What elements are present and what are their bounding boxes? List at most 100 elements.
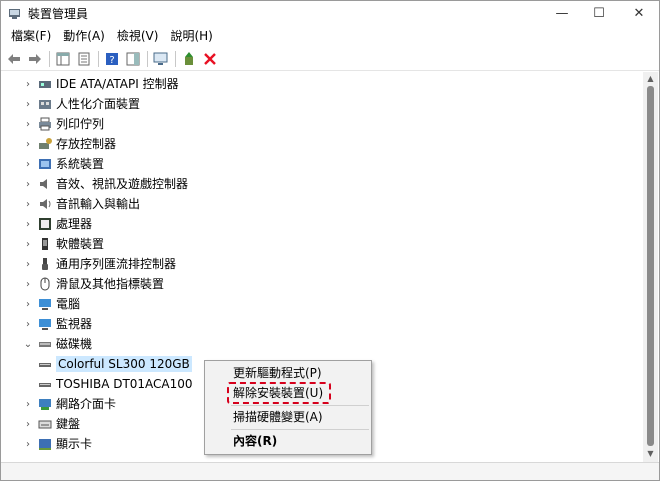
update-driver-toolbar-button[interactable] xyxy=(180,50,198,68)
back-arrow-icon xyxy=(8,53,20,64)
tree-category-item[interactable]: › 軟體裝置 xyxy=(22,234,104,254)
network-adapter-icon xyxy=(39,399,51,410)
expand-chevron-icon[interactable]: › xyxy=(22,239,34,250)
vertical-scrollbar[interactable]: ▲ ▼ xyxy=(643,72,658,462)
tree-category-item[interactable]: › 系統裝置 xyxy=(22,154,104,174)
expand-chevron-icon[interactable]: › xyxy=(22,99,34,110)
expand-chevron-icon[interactable]: › xyxy=(22,79,34,90)
tree-category-item[interactable]: › 監視器 xyxy=(22,314,92,334)
scrollbar-thumb[interactable] xyxy=(647,86,654,446)
tree-item-label: 鍵盤 xyxy=(56,417,81,431)
svg-text:?: ? xyxy=(109,55,114,66)
tree-category-item[interactable]: › 音效、視訊及遊戲控制器 xyxy=(22,174,188,194)
scroll-down-icon[interactable]: ▼ xyxy=(643,449,658,458)
system-device-icon xyxy=(39,159,51,169)
computer-icon xyxy=(39,299,51,310)
help-button[interactable]: ? xyxy=(103,50,121,68)
expand-chevron-icon[interactable]: › xyxy=(22,159,34,170)
scroll-up-icon[interactable]: ▲ xyxy=(643,74,658,83)
expand-chevron-icon[interactable]: › xyxy=(22,139,34,150)
expand-chevron-icon[interactable]: › xyxy=(22,259,34,270)
expand-chevron-icon[interactable]: › xyxy=(22,219,34,230)
menu-file[interactable]: 檔案(F) xyxy=(5,25,57,47)
expand-chevron-icon[interactable]: › xyxy=(22,279,34,290)
tree-child-item[interactable]: Colorful SL300 120GB xyxy=(38,354,192,374)
menu-separator xyxy=(231,429,369,430)
device-manager-window: 裝置管理員 — ☐ ✕ 檔案(F) 動作(A) 檢視(V) 說明(H) ? › … xyxy=(0,0,660,481)
tree-category-item[interactable]: › 處理器 xyxy=(22,214,92,234)
tree-item-label: 滑鼠及其他指標裝置 xyxy=(56,277,165,291)
tree-item-label: 網路介面卡 xyxy=(56,397,117,411)
toolbar-separator xyxy=(49,50,50,67)
speaker-icon xyxy=(40,179,47,189)
help-icon: ? xyxy=(106,52,118,66)
uninstall-toolbar-button[interactable] xyxy=(201,50,219,68)
show-hide-tree-button[interactable] xyxy=(54,50,72,68)
tree-category-item[interactable]: › 電腦 xyxy=(22,294,80,314)
tree-item-label: 軟體裝置 xyxy=(56,237,105,251)
menu-action[interactable]: 動作(A) xyxy=(57,25,111,47)
back-button[interactable] xyxy=(5,50,23,68)
expand-chevron-icon[interactable]: › xyxy=(22,299,34,310)
disk-icon xyxy=(39,363,51,367)
scan-hardware-toolbar-button[interactable] xyxy=(152,50,170,68)
keyboard-icon xyxy=(38,420,52,429)
menu-item-properties[interactable]: 內容(R) xyxy=(233,432,277,450)
usb-icon xyxy=(42,258,48,270)
tree-category-item[interactable]: › 人性化介面裝置 xyxy=(22,94,140,114)
console-tree-icon xyxy=(56,52,70,65)
properties-toolbar-button[interactable] xyxy=(75,50,93,68)
minimize-icon: — xyxy=(555,5,569,21)
tree-item-label: 列印佇列 xyxy=(56,117,105,131)
menu-help[interactable]: 說明(H) xyxy=(164,25,218,47)
expand-chevron-icon[interactable]: › xyxy=(22,319,34,330)
uninstall-highlight-box xyxy=(227,382,331,404)
toolbar: ? xyxy=(1,47,659,71)
tree-item-label: Colorful SL300 120GB xyxy=(56,356,192,372)
tree-category-item[interactable]: › 存放控制器 xyxy=(22,134,116,154)
red-x-icon xyxy=(204,52,216,65)
processor-icon xyxy=(39,218,51,230)
tree-category-item[interactable]: › 網路介面卡 xyxy=(22,394,116,414)
tree-child-item[interactable]: TOSHIBA DT01ACA100 xyxy=(38,374,193,394)
storage-controller-icon xyxy=(39,138,52,149)
tree-category-item[interactable]: › 通用序列匯流排控制器 xyxy=(22,254,176,274)
expand-chevron-icon[interactable]: › xyxy=(22,119,34,130)
forward-button[interactable] xyxy=(26,50,44,68)
tree-category-item[interactable]: › 顯示卡 xyxy=(22,434,92,454)
close-icon: ✕ xyxy=(633,5,645,21)
tree-item-label: 音訊輸入與輸出 xyxy=(56,197,141,211)
toolbar-separator xyxy=(175,50,176,67)
expand-chevron-icon[interactable]: › xyxy=(22,199,34,210)
collapse-chevron-icon[interactable]: ⌄ xyxy=(22,339,34,350)
menu-item-update-driver[interactable]: 更新驅動程式(P) xyxy=(233,364,322,382)
software-device-icon xyxy=(42,238,48,250)
menu-view[interactable]: 檢視(V) xyxy=(111,25,165,47)
tree-category-item[interactable]: › 滑鼠及其他指標裝置 xyxy=(22,274,164,294)
tree-item-label: 監視器 xyxy=(56,317,93,331)
menu-separator xyxy=(231,405,369,406)
disk-drive-icon xyxy=(39,342,51,347)
close-button[interactable]: ✕ xyxy=(621,1,657,25)
tree-category-item[interactable]: › IDE ATA/ATAPI 控制器 xyxy=(22,74,179,94)
expand-chevron-icon[interactable]: › xyxy=(22,439,34,450)
tree-item-label: 通用序列匯流排控制器 xyxy=(56,257,177,271)
tree-item-label: 系統裝置 xyxy=(56,157,105,171)
expand-chevron-icon[interactable]: › xyxy=(22,179,34,190)
tree-category-item[interactable]: › 列印佇列 xyxy=(22,114,104,134)
maximize-button[interactable]: ☐ xyxy=(581,1,617,25)
action-pane-button[interactable] xyxy=(124,50,142,68)
status-bar xyxy=(1,462,659,480)
tree-category-item[interactable]: ⌄ 磁碟機 xyxy=(22,334,92,354)
expand-chevron-icon[interactable]: › xyxy=(22,399,34,410)
tree-item-label: 磁碟機 xyxy=(56,337,93,351)
minimize-button[interactable]: — xyxy=(544,1,580,25)
tree-category-item[interactable]: › 鍵盤 xyxy=(22,414,80,434)
expand-chevron-icon[interactable]: › xyxy=(22,419,34,430)
maximize-icon: ☐ xyxy=(593,5,605,21)
menu-item-scan-hardware[interactable]: 掃描硬體變更(A) xyxy=(233,408,323,426)
tree-category-item[interactable]: › 音訊輸入與輸出 xyxy=(22,194,140,214)
tree-item-label: 存放控制器 xyxy=(56,137,117,151)
printer-icon xyxy=(39,117,51,131)
tree-item-label: IDE ATA/ATAPI 控制器 xyxy=(56,77,179,91)
